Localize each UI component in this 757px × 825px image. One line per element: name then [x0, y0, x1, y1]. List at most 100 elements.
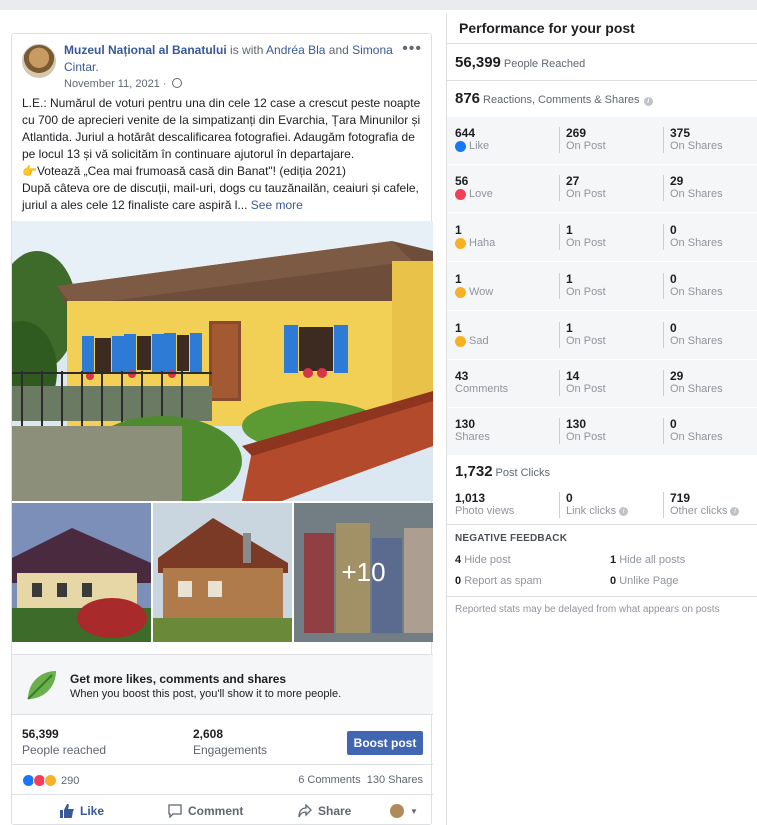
divider — [447, 524, 757, 525]
wow-on-shares-value: 0 — [670, 272, 677, 286]
see-more-link[interactable]: See more — [251, 198, 303, 212]
love-icon — [455, 189, 466, 200]
post-actions: Like Comment Share ▼ — [12, 796, 433, 825]
chevron-down-icon: ▼ — [410, 806, 418, 816]
page-avatar-small-icon — [390, 804, 404, 818]
photo-views-value: 1,013 — [455, 491, 486, 505]
like-on-post: 269 On Post — [559, 127, 659, 153]
sad-total: 1 Sad — [455, 322, 555, 348]
tagged-person-1[interactable]: Andréa Bla — [266, 43, 325, 57]
reactions-summary: 290 6 Comments 130 Shares — [12, 765, 433, 795]
like-button[interactable]: Like — [60, 804, 104, 818]
on-post-label: On Post — [566, 140, 606, 152]
row-love: 56 Love 27 On Post 29 On Shares — [447, 165, 757, 213]
sad-icon — [455, 336, 466, 347]
people-reached-value: 56,399 — [22, 727, 59, 741]
love-on-shares-value: 29 — [670, 174, 684, 188]
on-shares-label: On Shares — [670, 286, 723, 298]
shares-count-link[interactable]: 130 Shares — [367, 774, 423, 786]
top-bar — [0, 0, 757, 10]
wow-icon — [455, 287, 466, 298]
comments-count-link[interactable]: 6 Comments — [298, 774, 360, 786]
post-date-text: November 11, 2021 · — [64, 78, 167, 90]
on-post-label: On Post — [566, 237, 606, 249]
boost-post-button[interactable]: Boost post — [347, 731, 423, 755]
wow-on-post: 1 On Post — [559, 273, 659, 299]
page-name-link[interactable]: Muzeul Național al Banatului — [64, 43, 227, 57]
photo-views-label: Photo views — [455, 505, 515, 517]
post-clicks-stat: 1,732 Post Clicks — [455, 463, 550, 480]
report-spam-value: 0 — [455, 575, 462, 587]
share-button[interactable]: Share — [298, 804, 351, 818]
post-date[interactable]: November 11, 2021 · — [64, 78, 182, 90]
shares-on-shares: 0 On Shares — [663, 418, 757, 444]
hide-all-stat: 1 Hide all posts — [610, 554, 685, 566]
love-on-post-value: 27 — [566, 174, 580, 188]
haha-total-value: 1 — [455, 223, 462, 237]
haha-icon — [455, 238, 466, 249]
photo-thumbnails: +10 — [12, 503, 433, 642]
people-reached-stat-value: 56,399 — [455, 54, 501, 71]
post-main-photo[interactable] — [12, 221, 433, 501]
on-shares-label: On Shares — [670, 383, 723, 395]
sad-total-value: 1 — [455, 321, 462, 335]
shares-on-post-value: 130 — [566, 417, 587, 431]
negative-feedback-title: NEGATIVE FEEDBACK — [455, 533, 568, 544]
row-wow: 1 Wow 1 On Post 0 On Shares — [447, 263, 757, 311]
row-comments: 43 Comments 14 On Post 29 On Shares — [447, 360, 757, 408]
on-post-label: On Post — [566, 335, 606, 347]
people-reached-stat-label: People Reached — [503, 58, 586, 70]
more-photos-count: +10 — [294, 503, 433, 642]
hide-all-value: 1 — [610, 554, 617, 566]
unlike-page-value: 0 — [610, 575, 617, 587]
photo-views: 1,013 Photo views — [455, 492, 555, 518]
reaction-icons[interactable]: 290 — [22, 774, 79, 787]
globe-icon — [171, 78, 182, 88]
haha-on-shares: 0 On Shares — [663, 224, 757, 250]
page-avatar[interactable] — [22, 44, 56, 78]
on-post-label: On Post — [566, 188, 606, 200]
more-options-icon[interactable]: ••• — [402, 40, 422, 58]
wooden-house-photo — [153, 503, 292, 642]
divider — [447, 43, 757, 44]
other-clicks-value: 719 — [670, 491, 691, 505]
love-total-value: 56 — [455, 174, 469, 188]
row-sad: 1 Sad 1 On Post 0 On Shares — [447, 312, 757, 360]
comments-total-value: 43 — [455, 369, 469, 383]
comment-button[interactable]: Comment — [168, 804, 243, 818]
hide-post-stat: 4 Hide post — [455, 554, 511, 566]
love-on-shares: 29 On Shares — [663, 175, 757, 201]
post-author-line: Muzeul Național al Banatului is with And… — [64, 42, 404, 76]
hide-all-label: Hide all posts — [619, 554, 686, 566]
and-text: and — [328, 43, 349, 57]
audience-selector[interactable]: ▼ — [390, 804, 418, 818]
info-icon[interactable]: i — [619, 507, 629, 516]
shares-total: 130 Shares — [455, 418, 555, 444]
thumbnail-2[interactable] — [153, 503, 292, 642]
engagements-value: 2,608 — [193, 727, 224, 741]
wow-total-value: 1 — [455, 272, 462, 286]
comments-total: 43 Comments — [455, 370, 555, 396]
clicks-breakdown: 1,013 Photo views 0 Link clicks i 719 Other … — [447, 490, 757, 522]
shares-on-post: 130 On Post — [559, 418, 659, 444]
thumbnail-1[interactable] — [12, 503, 151, 642]
post-text-para-3-text: După câteva ore de discuții, mail-uri, d… — [22, 181, 419, 212]
like-total-value: 644 — [455, 126, 476, 140]
thumbnail-3-more[interactable]: +10 — [294, 503, 433, 642]
haha-on-post: 1 On Post — [559, 224, 659, 250]
row-haha: 1 Haha 1 On Post 0 On Shares — [447, 214, 757, 262]
post-clicks-label: Post Clicks — [495, 467, 550, 479]
sad-on-shares-value: 0 — [670, 321, 677, 335]
row-like: 644 Like 269 On Post 375 On Shares — [447, 117, 757, 165]
link-clicks-value: 0 — [566, 491, 573, 505]
divider — [447, 596, 757, 597]
info-icon[interactable]: i — [730, 507, 740, 516]
love-total: 56 Love — [455, 175, 555, 201]
info-icon[interactable]: i — [643, 97, 653, 106]
post-clicks-value: 1,732 — [455, 463, 493, 480]
like-on-post-value: 269 — [566, 126, 587, 140]
wow-total: 1 Wow — [455, 273, 555, 299]
panel-title: Performance for your post — [459, 20, 635, 36]
reactions-breakdown: 644 Like 269 On Post 375 On Shares 56 Love 2… — [447, 117, 757, 456]
link-clicks-label: Link clicks — [566, 505, 617, 517]
